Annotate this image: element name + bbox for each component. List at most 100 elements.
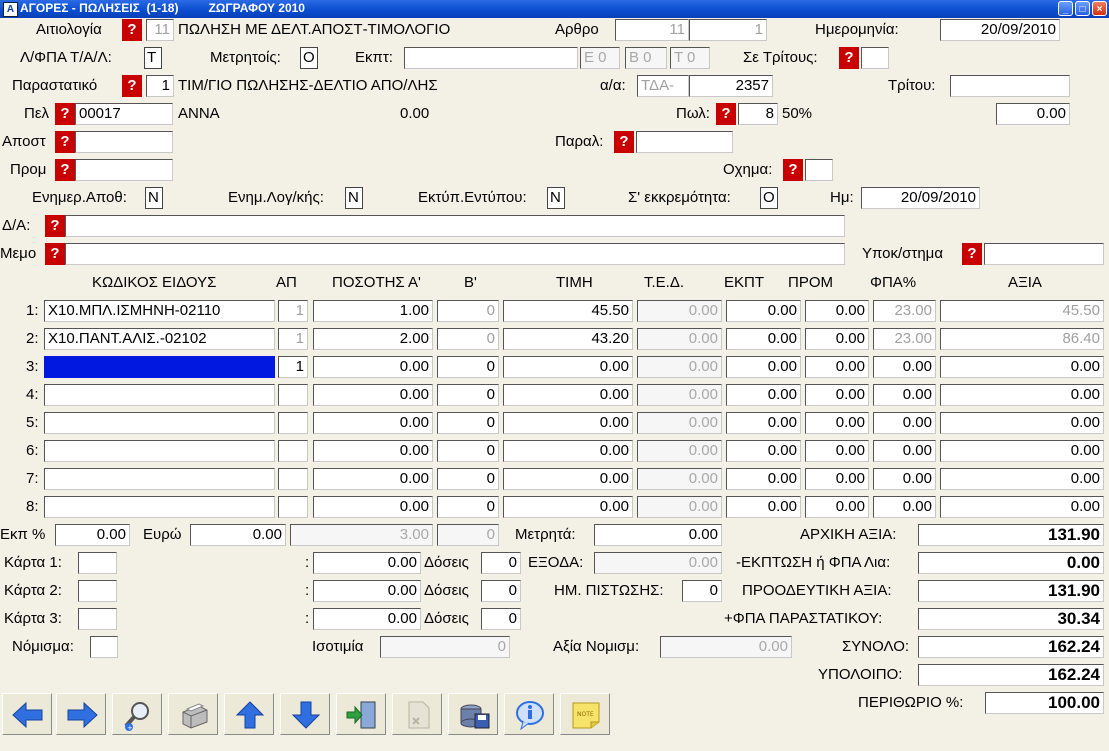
ap-field[interactable]: [278, 412, 308, 434]
qty-a-field[interactable]: 0.00: [313, 440, 433, 462]
prom-row-field[interactable]: 0.00: [805, 412, 869, 434]
price-field[interactable]: 45.50: [503, 300, 633, 322]
ekpt-row-field[interactable]: 0.00: [726, 384, 801, 406]
qty-b-field[interactable]: 0: [437, 468, 499, 490]
ekpt-row-field[interactable]: 0.00: [726, 468, 801, 490]
evro-field[interactable]: 0.00: [190, 524, 286, 546]
ekpt-row-field[interactable]: 0.00: [726, 300, 801, 322]
item-code-field-active[interactable]: [44, 356, 275, 378]
axia-row-field[interactable]: 0.00: [940, 468, 1104, 490]
apost-help-button[interactable]: ?: [55, 131, 75, 153]
karta1-amount-field[interactable]: 0.00: [313, 552, 421, 574]
previous-button[interactable]: [2, 693, 52, 735]
ap-field[interactable]: [278, 440, 308, 462]
doseis1-field[interactable]: 0: [481, 552, 521, 574]
doseis2-field[interactable]: 0: [481, 580, 521, 602]
karta1-field[interactable]: [78, 552, 117, 574]
ypokatastima-help-button[interactable]: ?: [962, 243, 982, 265]
search-button[interactable]: +: [112, 693, 162, 735]
im-pistosis-field[interactable]: 0: [682, 580, 722, 602]
eksoda-field[interactable]: 0.00: [594, 552, 722, 574]
qty-a-field[interactable]: 1.00: [313, 300, 433, 322]
price-field[interactable]: 0.00: [503, 440, 633, 462]
qty-b-field[interactable]: 0: [437, 328, 499, 350]
fpa-row-field[interactable]: 0.00: [873, 384, 936, 406]
parastatiko-help-button[interactable]: ?: [122, 75, 142, 97]
ted-field[interactable]: 0.00: [637, 496, 722, 518]
parastatiko-code-field[interactable]: 1: [146, 75, 174, 97]
da-field[interactable]: [65, 215, 845, 237]
fpa-row-field[interactable]: 0.00: [873, 468, 936, 490]
ted-field[interactable]: 0.00: [637, 440, 722, 462]
paral-help-button[interactable]: ?: [614, 131, 634, 153]
ap-field[interactable]: [278, 496, 308, 518]
price-field[interactable]: 0.00: [503, 384, 633, 406]
axia-row-field[interactable]: 0.00: [940, 412, 1104, 434]
ekpt-row-field[interactable]: 0.00: [726, 496, 801, 518]
move-down-button[interactable]: [280, 693, 330, 735]
im-date-field[interactable]: 20/09/2010: [861, 187, 980, 209]
prom-row-field[interactable]: 0.00: [805, 384, 869, 406]
ekpt-row-field[interactable]: 0.00: [726, 412, 801, 434]
ekpt-row-field[interactable]: 0.00: [726, 328, 801, 350]
prom-row-field[interactable]: 0.00: [805, 496, 869, 518]
aitiologia-code-field[interactable]: 11: [146, 19, 174, 41]
close-button[interactable]: ×: [1092, 1, 1107, 16]
qty-a-field[interactable]: 2.00: [313, 328, 433, 350]
prom-row-field[interactable]: 0.00: [805, 440, 869, 462]
ap-field[interactable]: 1: [278, 328, 308, 350]
fpa-tal-field[interactable]: Τ: [144, 47, 162, 69]
print-button[interactable]: [168, 693, 218, 735]
ekp-percent-field[interactable]: 0.00: [55, 524, 130, 546]
ap-field[interactable]: [278, 384, 308, 406]
pol-value-field[interactable]: 0.00: [996, 103, 1070, 125]
arthro-field-1[interactable]: 11: [615, 19, 689, 41]
ap-field[interactable]: [278, 468, 308, 490]
ted-field[interactable]: 0.00: [637, 328, 722, 350]
axia-row-field[interactable]: 0.00: [940, 356, 1104, 378]
isotimia-field[interactable]: 0: [380, 636, 510, 658]
tritous-help-button[interactable]: ?: [839, 47, 859, 69]
axia-row-field[interactable]: 0.00: [940, 384, 1104, 406]
prom-row-field[interactable]: 0.00: [805, 328, 869, 350]
qty-b-field[interactable]: 0: [437, 412, 499, 434]
ted-field[interactable]: 0.00: [637, 300, 722, 322]
info-button[interactable]: [504, 693, 554, 735]
prom-field[interactable]: [75, 159, 173, 181]
qty-a-field[interactable]: 0.00: [313, 468, 433, 490]
price-field[interactable]: 0.00: [503, 468, 633, 490]
qty-b-field[interactable]: 0: [437, 356, 499, 378]
maximize-button[interactable]: □: [1075, 1, 1090, 16]
item-code-field[interactable]: [44, 440, 275, 462]
qty-a-field[interactable]: 0.00: [313, 356, 433, 378]
move-up-button[interactable]: [224, 693, 274, 735]
qty-b-field[interactable]: 0: [437, 384, 499, 406]
e-field[interactable]: Ε 0: [580, 47, 620, 69]
aa-number-field[interactable]: 2357: [689, 75, 773, 97]
karta2-amount-field[interactable]: 0.00: [313, 580, 421, 602]
date-field[interactable]: 20/09/2010: [940, 19, 1060, 41]
pol-help-button[interactable]: ?: [716, 103, 736, 125]
doseis3-field[interactable]: 0: [481, 608, 521, 630]
prom-help-button[interactable]: ?: [55, 159, 75, 181]
da-help-button[interactable]: ?: [45, 215, 65, 237]
ektyp-field[interactable]: Ν: [547, 187, 565, 209]
item-code-field[interactable]: [44, 384, 275, 406]
prom-row-field[interactable]: 0.00: [805, 300, 869, 322]
next-button[interactable]: [56, 693, 106, 735]
ted-field[interactable]: 0.00: [637, 412, 722, 434]
tritous-field[interactable]: [861, 47, 889, 69]
minimize-button[interactable]: _: [1058, 1, 1073, 16]
fpa-row-field[interactable]: 0.00: [873, 356, 936, 378]
delete-button[interactable]: [392, 693, 442, 735]
fpa-row-field[interactable]: 0.00: [873, 440, 936, 462]
item-code-field[interactable]: [44, 496, 275, 518]
karta3-amount-field[interactable]: 0.00: [313, 608, 421, 630]
ekkrem-field[interactable]: Ο: [760, 187, 778, 209]
pol-code-field[interactable]: 8: [738, 103, 778, 125]
metrita-field[interactable]: 0.00: [594, 524, 722, 546]
karta3-field[interactable]: [78, 608, 117, 630]
prom-row-field[interactable]: 0.00: [805, 356, 869, 378]
axia-nomismatos-field[interactable]: 0.00: [660, 636, 792, 658]
fpa-row-field[interactable]: 0.00: [873, 412, 936, 434]
